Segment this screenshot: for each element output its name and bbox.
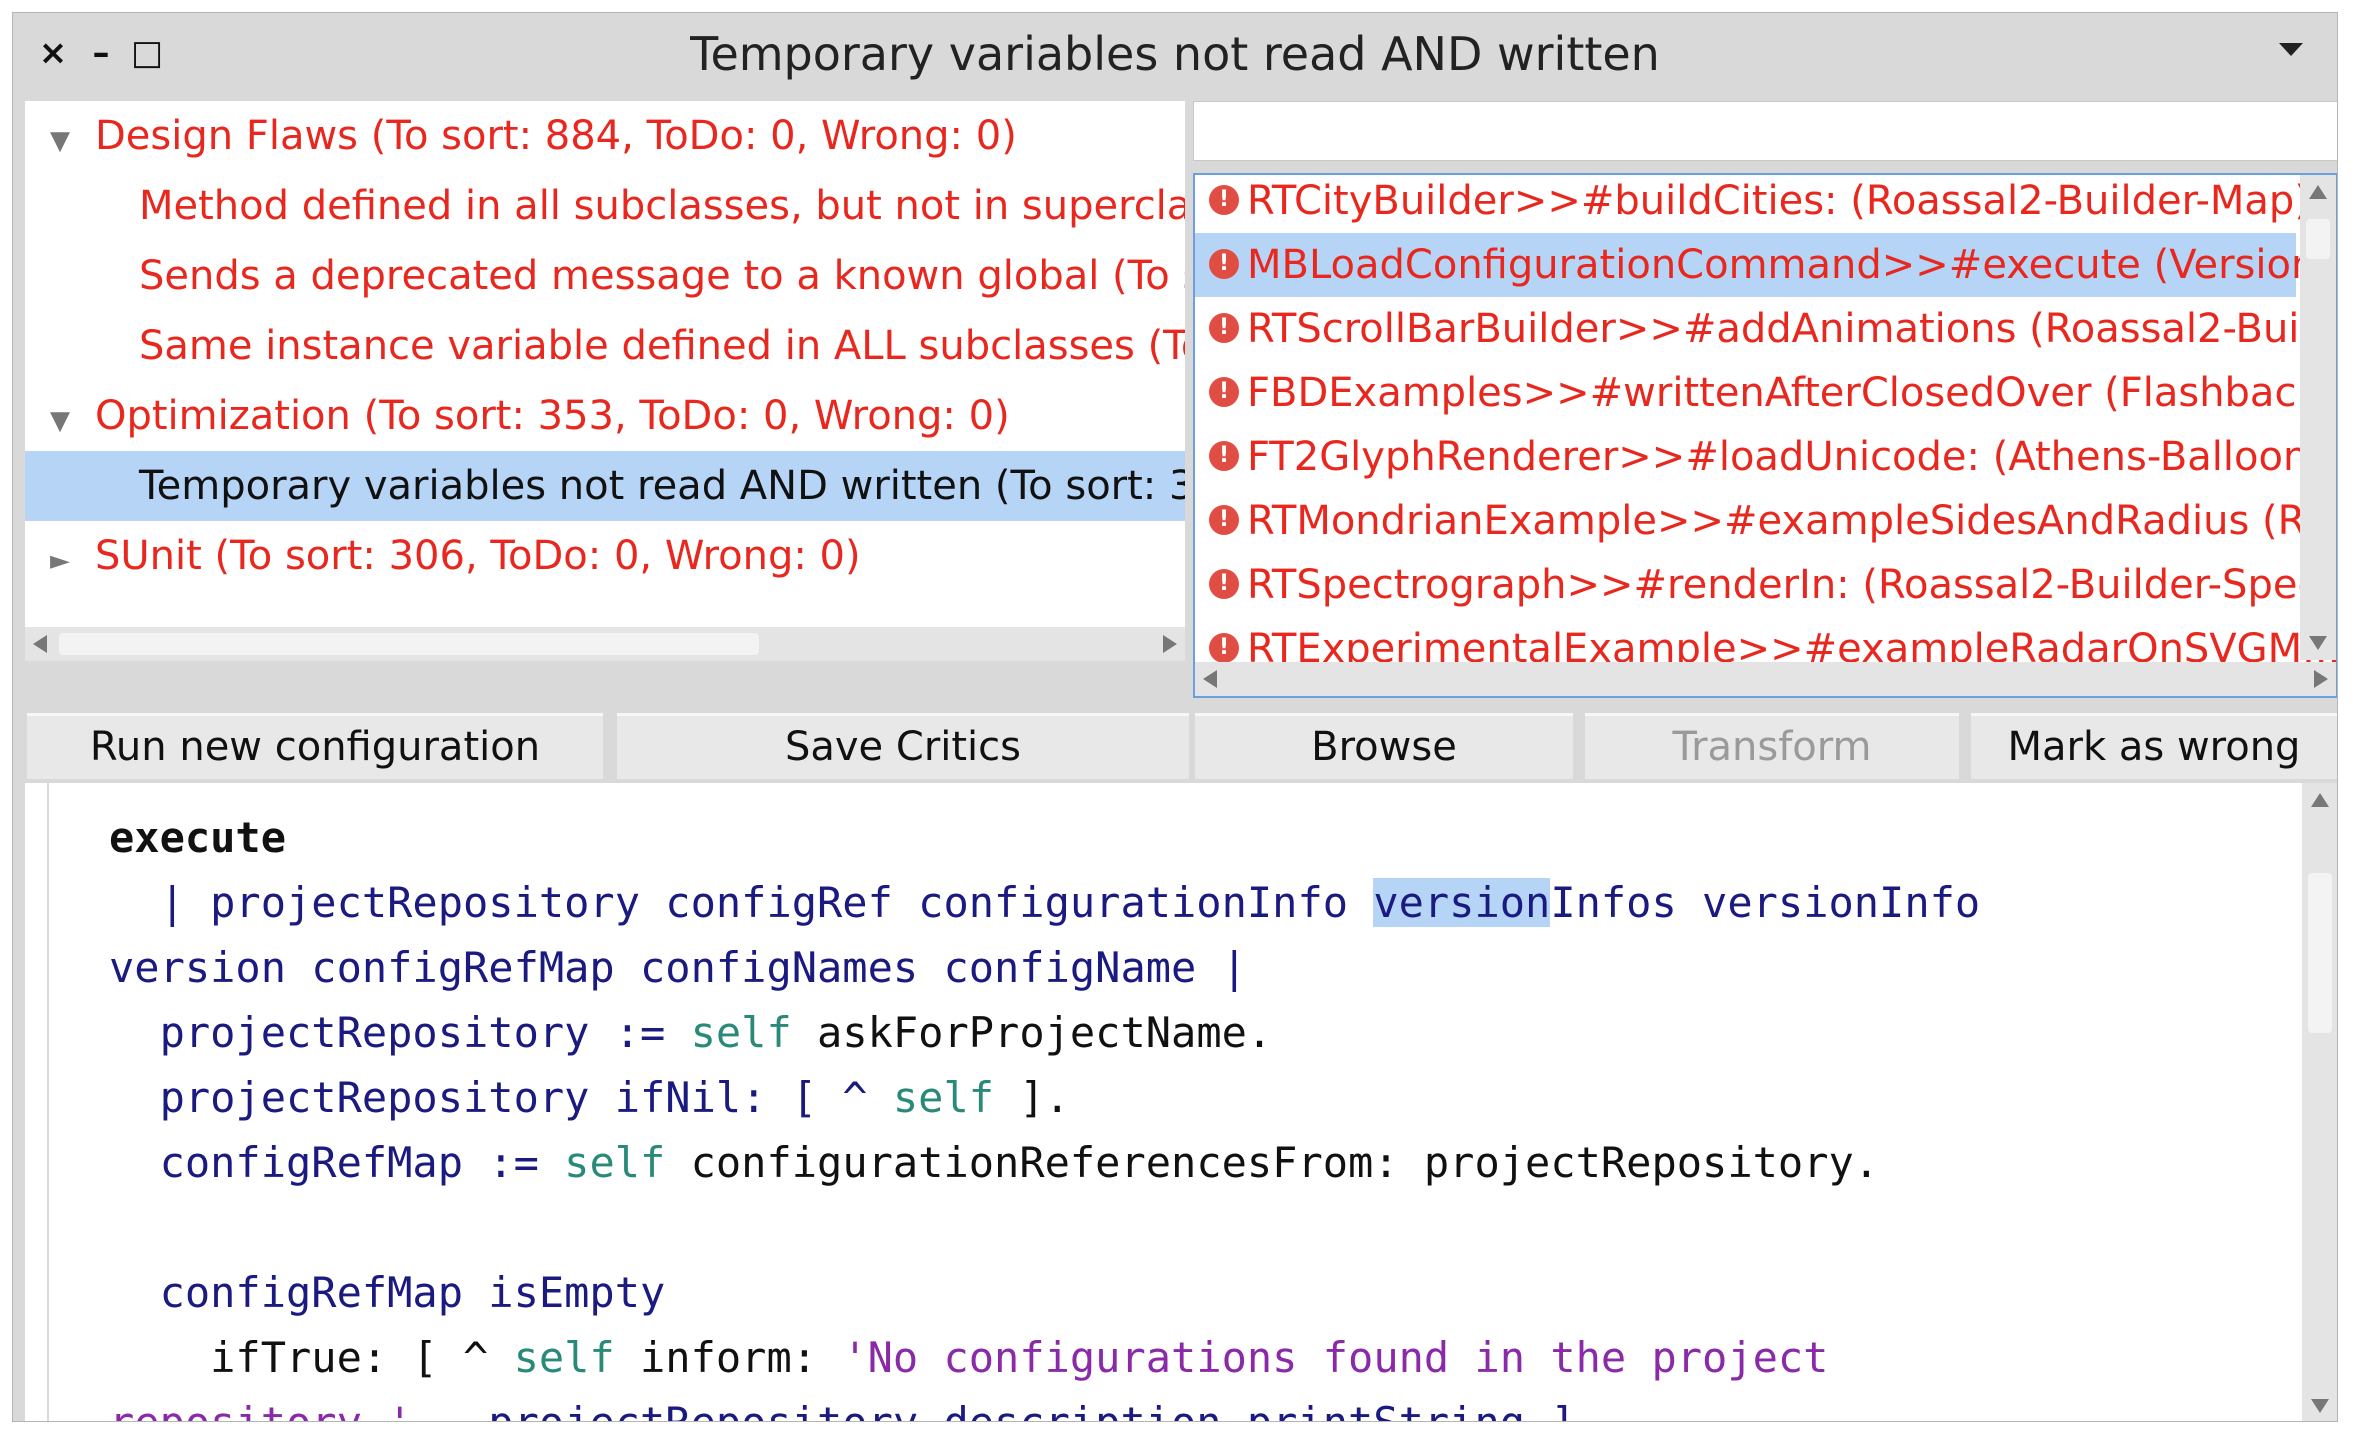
tree-item-rule-selected[interactable]: Temporary variables not read AND written…	[25, 451, 1185, 521]
code-vertical-scrollbar[interactable]	[2302, 783, 2337, 1421]
list-item[interactable]: ! RTCityBuilder>>#buildCities: (Roassal2-…	[1195, 175, 2310, 233]
critics-horizontal-scrollbar[interactable]	[1195, 662, 2336, 696]
scrollbar-thumb[interactable]	[2308, 873, 2332, 1033]
list-item-selected[interactable]: ! MBLoadConfigurationCommand>>#execute (V…	[1195, 233, 2336, 297]
expanded-triangle-icon[interactable]: ▼	[25, 106, 95, 176]
scroll-left-icon[interactable]	[33, 635, 47, 653]
warning-icon: !	[1209, 313, 1239, 343]
browse-button[interactable]: Browse	[1195, 713, 1573, 779]
list-item[interactable]: ! FBDExamples>>#writtenAfterClosedOver (F…	[1195, 361, 2336, 425]
window-menu-icon[interactable]	[2279, 43, 2303, 56]
code-gutter	[47, 783, 49, 1421]
list-item[interactable]: ! RTSpectrograph>>#renderIn: (Roassal2-Bu…	[1195, 553, 2336, 617]
scroll-right-icon[interactable]	[2314, 670, 2328, 688]
transform-button[interactable]: Transform	[1585, 713, 1959, 779]
warning-icon: !	[1209, 249, 1239, 279]
scroll-up-icon[interactable]	[2311, 793, 2329, 807]
title-bar: × – □ Temporary variables not read AND w…	[13, 13, 2337, 97]
warning-icon: !	[1209, 633, 1239, 663]
tree-item-rule[interactable]: Sends a deprecated message to a known gl…	[25, 241, 1185, 311]
list-item[interactable]: ! RTMondrianExample>>#exampleSidesAndRadi…	[1195, 489, 2336, 553]
run-new-configuration-button[interactable]: Run new configuration	[27, 713, 603, 779]
scrollbar-thumb[interactable]	[2306, 219, 2330, 259]
warning-icon: !	[1209, 569, 1239, 599]
warning-icon: !	[1209, 505, 1239, 535]
save-critics-button[interactable]: Save Critics	[617, 713, 1189, 779]
expanded-triangle-icon[interactable]: ▼	[25, 386, 95, 456]
warning-icon: !	[1209, 377, 1239, 407]
scroll-down-icon[interactable]	[2311, 1399, 2329, 1413]
scroll-down-icon[interactable]	[2309, 636, 2327, 650]
tree-horizontal-scrollbar[interactable]	[25, 627, 1185, 661]
scroll-right-icon[interactable]	[1163, 635, 1177, 653]
tree-item-design-flaws[interactable]: ▼ Design Flaws (To sort: 884, ToDo: 0, Wr…	[25, 101, 1185, 171]
tree-item-optimization[interactable]: ▼ Optimization (To sort: 353, ToDo: 0, Wr…	[25, 381, 1185, 451]
scroll-up-icon[interactable]	[2309, 185, 2327, 199]
critics-filter-input[interactable]	[1193, 101, 2337, 161]
code-editor[interactable]: execute | projectRepository configRef co…	[109, 805, 2278, 1421]
collapsed-triangle-icon[interactable]: ►	[25, 526, 95, 596]
mark-as-wrong-button[interactable]: Mark as wrong	[1971, 713, 2337, 779]
critic-browser-window: × – □ Temporary variables not read AND w…	[12, 12, 2338, 1422]
tree-item-rule[interactable]: Same instance variable defined in ALL su…	[25, 311, 1185, 381]
tree-item-sunit[interactable]: ► SUnit (To sort: 306, ToDo: 0, Wrong: 0)	[25, 521, 1185, 591]
critics-list[interactable]: ! RTCityBuilder>>#buildCities: (Roassal2-…	[1193, 173, 2337, 698]
scroll-left-icon[interactable]	[1203, 670, 1217, 688]
rules-tree[interactable]: ▼ Design Flaws (To sort: 884, ToDo: 0, Wr…	[25, 101, 1185, 661]
warning-icon: !	[1209, 185, 1239, 215]
source-code-pane[interactable]: execute | projectRepository configRef co…	[25, 783, 2337, 1421]
highlighted-token: version	[1373, 878, 1551, 927]
list-item[interactable]: ! FT2GlyphRenderer>>#loadUnicode: (Athens…	[1195, 425, 2324, 489]
scrollbar-thumb[interactable]	[59, 633, 759, 655]
window-title: Temporary variables not read AND written	[690, 27, 1660, 81]
tree-item-rule[interactable]: Method defined in all subclasses, but no…	[25, 171, 1185, 241]
list-item[interactable]: ! RTScrollBarBuilder>>#addAnimations (Roa…	[1195, 297, 2336, 361]
critics-vertical-scrollbar[interactable]	[2300, 175, 2336, 660]
warning-icon: !	[1209, 441, 1239, 471]
